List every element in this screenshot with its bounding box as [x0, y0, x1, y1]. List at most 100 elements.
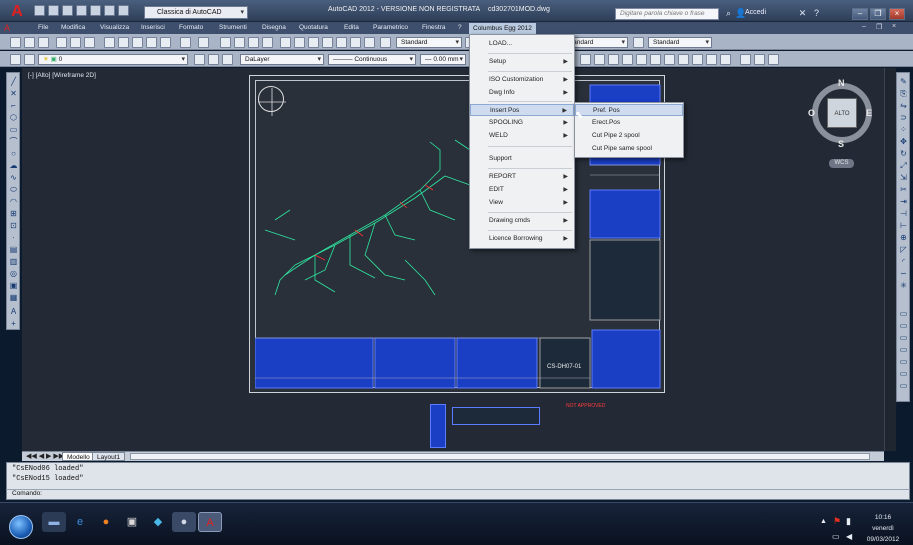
command-prompt[interactable]: Comando:: [12, 490, 42, 497]
menu-strumenti[interactable]: Strumenti: [219, 24, 247, 31]
erase-icon[interactable]: ✎: [899, 77, 908, 86]
menu-modifica[interactable]: Modifica: [61, 24, 85, 31]
explode-icon[interactable]: ✳: [899, 281, 908, 290]
match-properties-icon[interactable]: [146, 37, 157, 48]
right-tool-7-icon[interactable]: ▭: [899, 381, 908, 390]
exchange-icon[interactable]: ✕: [797, 8, 808, 19]
text-style-icon[interactable]: [380, 37, 391, 48]
tab-layout1[interactable]: Layout1: [92, 452, 126, 461]
menu-item-report[interactable]: REPORT ▶: [470, 171, 574, 183]
zoom-previous-icon[interactable]: [262, 37, 273, 48]
qnew-icon[interactable]: [10, 37, 21, 48]
extend-icon[interactable]: ⇥: [899, 197, 908, 206]
tray-flag-icon[interactable]: ⚑: [833, 516, 841, 527]
layer-properties-icon[interactable]: [10, 54, 21, 65]
construction-line-icon[interactable]: ✕: [9, 89, 18, 98]
toolbar2-icon-9[interactable]: [692, 54, 703, 65]
menu-app-icon[interactable]: A: [4, 23, 15, 33]
make-block-icon[interactable]: ⊡: [9, 221, 18, 230]
open-file-icon[interactable]: [24, 37, 35, 48]
doc-close-icon[interactable]: ×: [892, 23, 896, 30]
clock-time[interactable]: 10:16: [868, 514, 898, 521]
plot-icon[interactable]: [56, 37, 67, 48]
close-button[interactable]: ×: [889, 8, 905, 20]
color-select[interactable]: DaLayer: [240, 54, 324, 65]
tool-palettes-icon[interactable]: [308, 37, 319, 48]
menu-help[interactable]: ?: [458, 24, 462, 31]
break-point-icon[interactable]: ⊣: [899, 209, 908, 218]
make-current-icon[interactable]: [194, 54, 205, 65]
spline-icon[interactable]: ∿: [9, 173, 18, 182]
autocad-task-icon[interactable]: A: [198, 512, 222, 532]
viewcube-face[interactable]: ALTO: [827, 98, 857, 128]
tab-modello[interactable]: Modello: [62, 452, 95, 461]
properties-icon[interactable]: [280, 37, 291, 48]
toolbar2-icon-8[interactable]: [678, 54, 689, 65]
redo-icon[interactable]: [118, 5, 129, 16]
zoom-window-icon[interactable]: [248, 37, 259, 48]
chamfer-icon[interactable]: ◸: [899, 245, 908, 254]
tray-expand-icon[interactable]: ▲: [820, 518, 827, 525]
trim-icon[interactable]: ✂: [899, 185, 908, 194]
cut-icon[interactable]: [104, 37, 115, 48]
workspace-select[interactable]: Classica di AutoCAD: [144, 6, 248, 19]
toolbar2-icon-1[interactable]: [580, 54, 591, 65]
compass-west[interactable]: O: [808, 108, 815, 118]
design-center-icon[interactable]: [294, 37, 305, 48]
toolbar2-icon-3[interactable]: [608, 54, 619, 65]
toolbar2-icon-7[interactable]: [664, 54, 675, 65]
right-tool-4-icon[interactable]: ▭: [899, 345, 908, 354]
menu-item-spooling[interactable]: SPOOLING ▶: [470, 117, 574, 129]
internet-explorer-icon[interactable]: e: [68, 512, 92, 532]
right-tool-2-icon[interactable]: ▭: [899, 321, 908, 330]
menu-formato[interactable]: Formato: [179, 24, 203, 31]
scale-icon[interactable]: ⤢: [899, 161, 908, 170]
multileader-style-icon[interactable]: [633, 37, 644, 48]
doc-restore-icon[interactable]: ❐: [876, 23, 882, 31]
menu-edita[interactable]: Edita: [344, 24, 359, 31]
menu-item-setup[interactable]: Setup ▶: [470, 56, 574, 68]
menu-item-dwg-info[interactable]: Dwg Info ▶: [470, 87, 574, 99]
linetype-select[interactable]: ——— Continuous: [328, 54, 416, 65]
toolbar2-icon-5[interactable]: [636, 54, 647, 65]
paste-icon[interactable]: [132, 37, 143, 48]
toolbar2-icon-14[interactable]: [768, 54, 779, 65]
copy-icon[interactable]: [118, 37, 129, 48]
menu-quotatura[interactable]: Quotatura: [299, 24, 328, 31]
menu-item-support[interactable]: Support: [470, 153, 574, 165]
multileader-style-select[interactable]: Standard: [648, 37, 712, 48]
move-icon[interactable]: ✥: [899, 137, 908, 146]
menu-parametrico[interactable]: Parametrico: [373, 24, 408, 31]
ellipse-arc-icon[interactable]: ◠: [9, 197, 18, 206]
break-icon[interactable]: ⊢: [899, 221, 908, 230]
menu-item-edit[interactable]: EDIT ▶: [470, 184, 574, 196]
wcs-menu[interactable]: WCS: [829, 159, 854, 168]
tray-monitor-icon[interactable]: ▭: [832, 532, 840, 541]
menu-finestra[interactable]: Finestra: [422, 24, 445, 31]
compass-north[interactable]: N: [838, 78, 845, 88]
hatch-icon[interactable]: ▤: [9, 245, 18, 254]
offset-icon[interactable]: ⊃: [899, 113, 908, 122]
menu-disegna[interactable]: Disegna: [262, 24, 286, 31]
insert-block-icon[interactable]: ⊞: [9, 209, 18, 218]
table-icon[interactable]: ▦: [9, 293, 18, 302]
undo-icon[interactable]: [104, 5, 115, 16]
menu-item-iso-customization[interactable]: ISO Customization ▶: [470, 74, 574, 86]
quickcalc-icon[interactable]: [350, 37, 361, 48]
join-icon[interactable]: ⊕: [899, 233, 908, 242]
show-desktop-icon[interactable]: ▬: [42, 512, 66, 532]
media-icon[interactable]: ▣: [120, 512, 144, 532]
revision-cloud-icon[interactable]: ☁: [9, 161, 18, 170]
point-icon[interactable]: ·: [9, 233, 18, 242]
boundary-icon[interactable]: ▣: [9, 281, 18, 290]
horizontal-scrollbar[interactable]: [130, 453, 870, 460]
menu-item-drawing-cmds[interactable]: Drawing cmds ▶: [470, 215, 574, 227]
clock-day[interactable]: venerdì: [866, 525, 900, 532]
tab-nav-icons[interactable]: ◀◀ ◀ ▶ ▶▶: [26, 452, 64, 460]
search-icon[interactable]: ⌕: [723, 8, 734, 19]
toolbar2-icon-11[interactable]: [720, 54, 731, 65]
layer-select[interactable]: ☀ ▣ 0: [38, 54, 188, 65]
redo-toolbar-icon[interactable]: [198, 37, 209, 48]
right-tool-5-icon[interactable]: ▭: [899, 357, 908, 366]
toolbar2-icon-2[interactable]: [594, 54, 605, 65]
